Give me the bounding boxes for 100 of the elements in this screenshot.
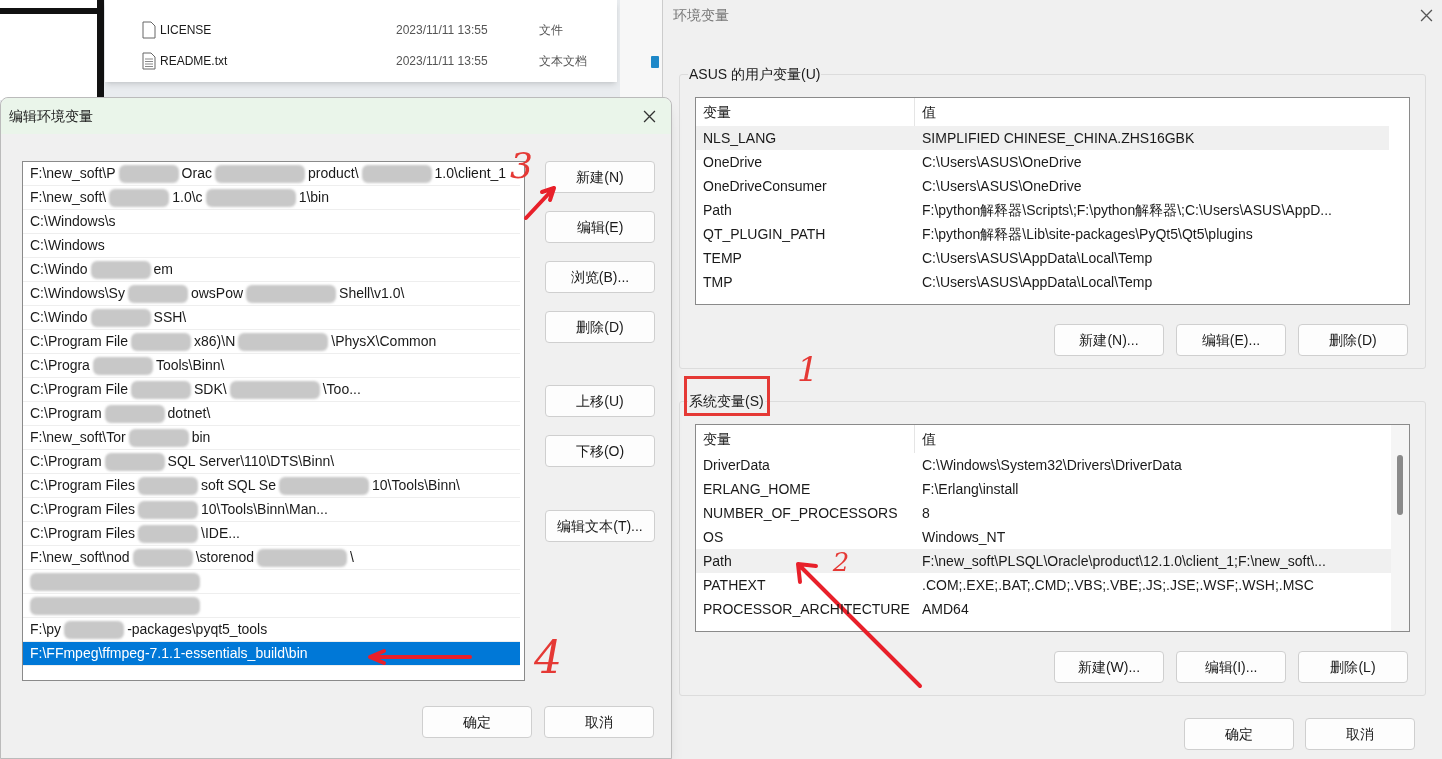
path-item[interactable]: C:\Program Files \IDE... (23, 522, 520, 546)
column-header[interactable]: 值 (915, 425, 1391, 453)
redaction-blur (90, 308, 151, 327)
path-text: 1.0\c (172, 188, 203, 207)
path-text: C:\Program (30, 404, 102, 423)
path-text: x86)\N (194, 332, 236, 351)
path-item[interactable]: F:\new_soft\ 1.0\c 1\bin (23, 186, 520, 210)
redaction-blur (131, 332, 192, 351)
redaction-blur (109, 188, 170, 207)
redaction-blur (104, 404, 165, 423)
redaction-blur (90, 260, 151, 279)
dialog-button[interactable]: 上移(U) (545, 385, 655, 417)
variable-name: Path (703, 551, 732, 571)
path-text: dotnet\ (167, 404, 211, 423)
scrollbar[interactable] (1391, 425, 1409, 631)
path-item[interactable]: C:\Windows (23, 234, 520, 258)
variable-name: ERLANG_HOME (703, 479, 811, 499)
variable-value: C:\Users\ASUS\OneDrive (921, 152, 1083, 172)
dialog-button[interactable]: 编辑文本(T)... (545, 510, 655, 542)
file-type: 文本文档 (539, 52, 587, 70)
path-text: Orac (181, 164, 212, 183)
file-type: 文件 (539, 21, 563, 39)
variable-name: OneDriveConsumer (703, 176, 827, 196)
variable-value: F:\Erlang\install (921, 479, 1020, 499)
path-text: C:\Program Files (30, 500, 136, 519)
path-item[interactable]: C:\Program File x86)\N \PhysX\Common (23, 330, 520, 354)
dialog-button[interactable]: 下移(O) (545, 435, 655, 467)
dialog-button[interactable]: 新建(N)... (1054, 324, 1164, 356)
annotation-number: 1 (797, 352, 819, 386)
annotation-number: 2 (832, 549, 850, 573)
redaction-blur (118, 164, 179, 183)
path-text: 1\bin (298, 188, 329, 207)
path-item[interactable]: C:\Windows\Sy owsPow Shell\v1.0\ (23, 282, 520, 306)
redaction-blur (127, 284, 188, 303)
path-item[interactable]: F:\new_soft\Tor bin (23, 426, 520, 450)
path-item[interactable]: C:\Windo SSH\ (23, 306, 520, 330)
path-text: C:\Windows (30, 236, 105, 255)
path-text: 1.0\client_1 (434, 164, 507, 183)
dialog-button[interactable]: 编辑(E) (545, 211, 655, 243)
variable-value: C:\Windows\System32\Drivers\DriverData (921, 455, 1183, 475)
path-text: \PhysX\Common (331, 332, 437, 351)
path-item[interactable]: F:\FFmpeg\ffmpeg-7.1.1-essentials_build\bin (23, 642, 520, 666)
table-row[interactable]: Path 2 F:\new_soft\PLSQL\Oracle\product\12.1.0\client_1;F:\new_soft\... (696, 549, 1391, 573)
path-item[interactable] (23, 594, 520, 618)
close-icon (1419, 8, 1433, 22)
variable-name: OneDrive (703, 152, 763, 172)
dialog-button[interactable]: 删除(D) (545, 311, 655, 343)
path-text: \IDE... (201, 524, 240, 543)
file-name[interactable]: README.txt (160, 51, 396, 70)
path-item[interactable]: C:\Windo em (23, 258, 520, 282)
variable-value: .COM;.EXE;.BAT;.CMD;.VBS;.VBE;.JS;.JSE;.WSF;.WSH;.MSC (921, 575, 1315, 595)
file-name[interactable]: LICENSE (160, 20, 396, 39)
window-title: 环境变量 (673, 5, 729, 25)
path-text: F:\FFmpeg\ffmpeg-7.1.1-essentials_build\bin (30, 644, 308, 663)
window-title: 编辑环境变量 (9, 106, 93, 126)
scrollbar-thumb[interactable] (1397, 455, 1403, 515)
annotation-number: 4 (534, 636, 562, 680)
path-item[interactable]: C:\Windows\s (23, 210, 520, 234)
dialog-button[interactable]: 编辑(I)... (1176, 651, 1286, 683)
path-item[interactable]: C:\Program dotnet\ (23, 402, 520, 426)
dialog-button[interactable]: 编辑(E)... (1176, 324, 1286, 356)
path-item[interactable]: C:\Progra Tools\Binn\ (23, 354, 520, 378)
path-text: \storenod (195, 548, 254, 567)
path-text: SQL Server\110\DTS\Binn\ (167, 452, 335, 471)
dialog-button[interactable]: 取消 (1305, 718, 1415, 750)
redaction-blur (138, 500, 199, 519)
path-item[interactable]: C:\Program File SDK\ \Too... (23, 378, 520, 402)
variable-value: AMD64 (921, 599, 970, 619)
dialog-button[interactable]: 浏览(B)... (545, 261, 655, 293)
path-text: -packages\pyqt5_tools (127, 620, 268, 639)
table-row[interactable]: NLS_LANG SIMPLIFIED CHINESE_CHINA.ZHS16GBK (696, 126, 1389, 150)
redaction-blur (64, 620, 125, 639)
path-text: Tools\Binn\ (155, 356, 225, 375)
dialog-button[interactable]: 删除(L) (1298, 651, 1408, 683)
dialog-button[interactable]: 删除(D) (1298, 324, 1408, 356)
close-icon (642, 109, 656, 123)
path-item[interactable]: F:\new_soft\nod \storenod \ (23, 546, 520, 570)
dialog-button[interactable]: 新建(W)... (1054, 651, 1164, 683)
group-label: 系统变量(S) (688, 391, 765, 412)
variable-value: SIMPLIFIED CHINESE_CHINA.ZHS16GBK (921, 128, 1196, 148)
path-item[interactable]: C:\Program Files 10\Tools\Binn\Man... (23, 498, 520, 522)
path-text: \ (350, 548, 354, 567)
dialog-button[interactable]: 确定 (422, 706, 532, 738)
variable-value: C:\Users\ASUS\OneDrive (921, 176, 1083, 196)
path-text: C:\Program Files (30, 476, 136, 495)
path-text: C:\Program File (30, 380, 129, 399)
file-date: 2023/11/11 13:55 (396, 21, 489, 39)
variable-name: OS (703, 527, 724, 547)
path-item[interactable]: C:\Program Files soft SQL Se 10\Tools\Binn\ (23, 474, 520, 498)
dialog-button[interactable]: 取消 (544, 706, 654, 738)
variable-value: F:\python解释器\Lib\site-packages\PyQt5\Qt5\plugins (921, 224, 1254, 244)
dialog-button[interactable]: 新建(N) (545, 161, 655, 193)
column-header[interactable]: 值 (915, 98, 1409, 126)
path-item[interactable] (23, 570, 520, 594)
variable-name: TEMP (703, 248, 742, 268)
variable-value: C:\Users\ASUS\AppData\Local\Temp (921, 248, 1154, 268)
path-item[interactable]: C:\Program SQL Server\110\DTS\Binn\ (23, 450, 520, 474)
dialog-button[interactable]: 确定 (1184, 718, 1294, 750)
variable-name: NLS_LANG (703, 128, 777, 148)
path-text: soft SQL Se (201, 476, 276, 495)
